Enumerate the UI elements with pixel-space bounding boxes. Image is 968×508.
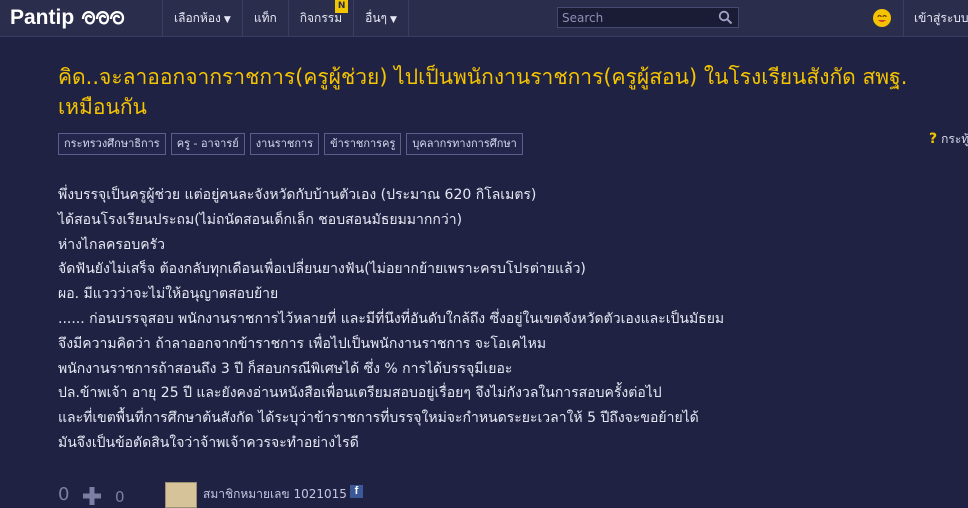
tag-item[interactable]: ครู - อาจารย์ <box>170 133 245 155</box>
body-line: พึ่งบรรจุเป็นครูผู้ช่วย แต่อยู่คนละจังหว… <box>58 187 537 203</box>
nav-label: กิจกรรม <box>299 11 343 25</box>
nav-label: อื่นๆ <box>365 11 387 25</box>
chevron-down-icon: ▼ <box>223 15 231 25</box>
body-line: และที่เขตพื้นที่การศึกษาต้นสังกัด ได้ระบ… <box>58 410 699 427</box>
nav-activities[interactable]: กิจกรรม N <box>287 0 353 36</box>
body-line: พนักงานราชการถ้าสอนถึง 3 ปี ก็สอบกรณีพิเ… <box>58 360 513 377</box>
body-line: ห่างไกลครอบครัว <box>58 236 165 253</box>
nav-more[interactable]: อื่นๆ ▼ <box>353 0 409 36</box>
body-line: ผอ. มีแววว่าจะไม่ให้อนุญาตสอบย้าย <box>58 286 279 303</box>
tag-item[interactable]: งานราชการ <box>249 133 320 155</box>
main-nav: เลือกห้อง ▼ แท็ก กิจกรรม N อื่นๆ ▼ <box>162 0 409 36</box>
tag-item[interactable]: กระทรวงศึกษาธิการ <box>58 133 166 155</box>
search-icon[interactable] <box>718 10 733 25</box>
body-line: ...... ก่อนบรรจุสอบ พนักงานราชการไว้หลาย… <box>58 310 725 327</box>
topic-type-help[interactable]: ? กระทู้ <box>929 130 968 149</box>
topic-title: คิด..จะลาออกจากราชการ(ครูผู้ช่วย) ไปเป็น… <box>58 65 908 119</box>
plus-vote-icon[interactable] <box>83 487 101 505</box>
search-box <box>557 7 739 28</box>
tag-item[interactable]: ข้าราชการครู <box>324 133 402 155</box>
vote-count: 0 <box>58 484 70 505</box>
avatar[interactable] <box>165 482 197 508</box>
nav-select-room[interactable]: เลือกห้อง ▼ <box>162 0 242 36</box>
search-input[interactable] <box>558 8 716 27</box>
body-line: จัดฟันยังไม่เสร็จ ต้องกลับทุกเดือนเพื่อเ… <box>58 261 586 278</box>
nav-tags[interactable]: แท็ก <box>241 0 288 36</box>
topic-type-label: กระทู้ <box>941 132 968 146</box>
nav-label: เลือกห้อง <box>174 11 221 25</box>
tag-item[interactable]: บุคลากรทางการศึกษา <box>406 133 523 155</box>
nav-label: แท็ก <box>253 11 277 25</box>
chevron-down-icon: ▼ <box>389 15 397 25</box>
body-line: ได้สอนโรงเรียนประถม(ไม่ถนัดสอนเด็กเล็ก ช… <box>58 211 463 228</box>
top-navigation-bar: Pantip เลือกห้อง ▼ แท็ก กิจกรรม N อื่นๆ ▼ <box>0 0 968 37</box>
body-line: ปล.ข้าพเจ้า อายุ 25 ปี และยังคงอ่านหนังส… <box>58 385 662 402</box>
logo-mark-icon <box>82 10 125 25</box>
question-icon: ? <box>929 131 938 147</box>
facebook-icon[interactable]: f <box>350 485 363 498</box>
logo-text: Pantip <box>10 6 75 29</box>
login-link[interactable]: เข้าสู่ระบบ <box>903 0 968 36</box>
body-line: จึงมีความคิดว่า ถ้าลาออกจากข้าราชการ เพื… <box>58 335 547 352</box>
body-line: มันจึงเป็นข้อตัดสินใจว่าจ้าพเจ้าควรจะทำอ… <box>58 434 359 451</box>
new-badge: N <box>335 0 349 13</box>
tag-list: กระทรวงศึกษาธิการ ครู - อาจารย์ งานราชกา… <box>58 133 523 155</box>
emoticon-icon[interactable] <box>872 8 892 28</box>
pantip-logo[interactable]: Pantip <box>10 4 126 32</box>
member-link[interactable]: สมาชิกหมายเลข 1021015 <box>203 485 347 504</box>
topic-body: พึ่งบรรจุเป็นครูผู้ช่วย แต่อยู่คนละจังหว… <box>58 183 928 456</box>
emotion-count: 0 <box>115 488 125 506</box>
